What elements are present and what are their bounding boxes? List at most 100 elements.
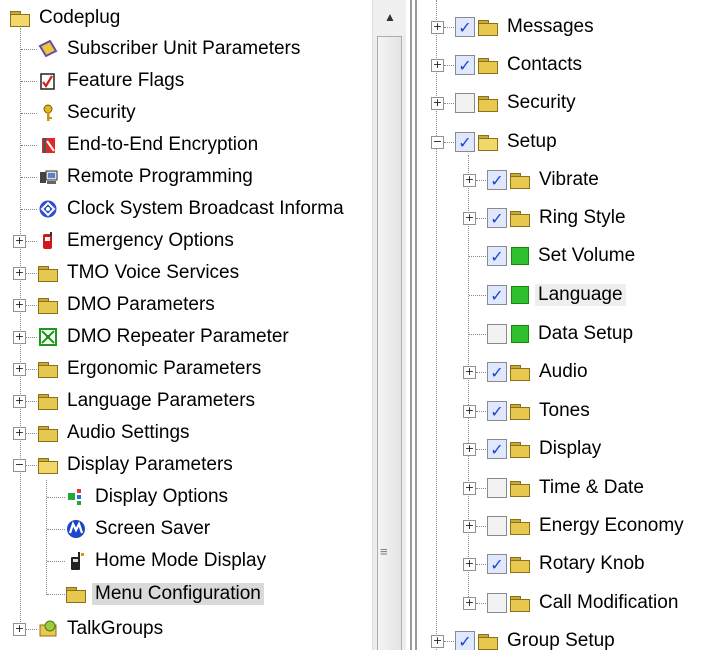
menu-item-label: Time & Date (539, 477, 644, 498)
menu-item-ring-style[interactable]: ✓ Ring Style (487, 203, 629, 233)
checkbox-checked[interactable]: ✓ (487, 439, 507, 459)
expand-button[interactable]: + (13, 299, 26, 312)
tree-item-remote-programming[interactable]: Remote Programming (38, 162, 256, 192)
expand-button[interactable]: + (431, 97, 444, 110)
folder-icon (510, 556, 530, 573)
tree-item-audio-settings[interactable]: Audio Settings (38, 418, 193, 448)
tree-item-feature-flags[interactable]: Feature Flags (38, 66, 187, 96)
expand-button[interactable]: + (463, 174, 476, 187)
checkbox-unchecked[interactable] (455, 93, 475, 113)
menu-item-language[interactable]: ✓ Language (487, 280, 626, 310)
tree-item-tmo-voice-services[interactable]: TMO Voice Services (38, 258, 242, 288)
vertical-scrollbar[interactable]: ▲ ≡ (372, 0, 407, 650)
tree-item-label: Display Options (95, 486, 229, 507)
subscriber-unit-icon (38, 39, 58, 59)
checkbox-checked[interactable]: ✓ (487, 554, 507, 574)
checkbox-checked[interactable]: ✓ (487, 285, 507, 305)
tree-item-dmo-repeater-parameter[interactable]: DMO Repeater Parameter (38, 322, 292, 352)
scroll-up-arrow-icon[interactable]: ▲ (373, 0, 407, 34)
checkbox-checked[interactable]: ✓ (487, 208, 507, 228)
checkbox-unchecked[interactable] (487, 478, 507, 498)
expand-button[interactable]: + (463, 405, 476, 418)
tree-item-home-mode-display[interactable]: Home Mode Display (66, 546, 269, 576)
codeplug-tree: Codeplug Subscriber Unit Parameters Feat… (0, 0, 372, 650)
checkbox-unchecked[interactable] (487, 324, 507, 344)
expand-button[interactable]: + (463, 443, 476, 456)
checkbox-checked[interactable]: ✓ (487, 170, 507, 190)
menu-item-data-setup[interactable]: Data Setup (487, 319, 636, 349)
tree-item-clock-system-broadcast[interactable]: Clock System Broadcast Informa (38, 194, 347, 224)
menu-item-label: Messages (507, 16, 594, 37)
tree-item-label: End-to-End Encryption (67, 134, 259, 155)
checkbox-checked[interactable]: ✓ (487, 401, 507, 421)
menu-item-set-volume[interactable]: ✓ Set Volume (487, 241, 638, 271)
expand-button[interactable]: + (13, 331, 26, 344)
menu-item-vibrate[interactable]: ✓ Vibrate (487, 165, 602, 195)
tree-item-subscriber-unit-parameters[interactable]: Subscriber Unit Parameters (38, 34, 303, 64)
menu-item-label: Vibrate (539, 169, 599, 190)
collapse-button[interactable]: − (13, 459, 26, 472)
leaf-item-icon (511, 247, 529, 265)
checkbox-unchecked[interactable] (487, 516, 507, 536)
tree-item-menu-configuration[interactable]: Menu Configuration (66, 579, 264, 609)
menu-item-label: Audio (539, 361, 588, 382)
tree-item-dmo-parameters[interactable]: DMO Parameters (38, 290, 218, 320)
menu-item-tones[interactable]: ✓ Tones (487, 396, 593, 426)
menu-item-setup[interactable]: ✓ Setup (455, 127, 560, 157)
menu-item-energy-economy[interactable]: Energy Economy (487, 511, 687, 541)
folder-icon (510, 210, 530, 227)
tree-item-talkgroups[interactable]: TalkGroups (38, 614, 166, 644)
expand-button[interactable]: + (13, 235, 26, 248)
menu-item-call-modification[interactable]: Call Modification (487, 588, 681, 618)
checkbox-unchecked[interactable] (487, 593, 507, 613)
expand-button[interactable]: + (463, 520, 476, 533)
menu-item-security[interactable]: Security (455, 88, 579, 118)
checkbox-checked[interactable]: ✓ (455, 631, 475, 650)
folder-icon (478, 633, 498, 650)
expand-button[interactable]: + (463, 212, 476, 225)
menu-item-audio[interactable]: ✓ Audio (487, 357, 591, 387)
folder-icon (478, 95, 498, 112)
menu-item-label: Call Modification (539, 592, 679, 613)
menu-item-time-date[interactable]: Time & Date (487, 473, 647, 503)
menu-item-rotary-knob[interactable]: ✓ Rotary Knob (487, 549, 648, 579)
tree-item-label: Language Parameters (67, 390, 256, 411)
expand-button[interactable]: + (431, 635, 444, 648)
tree-item-emergency-options[interactable]: Emergency Options (38, 226, 237, 256)
menu-item-display[interactable]: ✓ Display (487, 434, 604, 464)
checkbox-checked[interactable]: ✓ (455, 17, 475, 37)
expand-button[interactable]: + (431, 59, 444, 72)
menu-item-contacts[interactable]: ✓ Contacts (455, 50, 585, 80)
folder-icon (510, 364, 530, 381)
expand-button[interactable]: + (463, 366, 476, 379)
tree-item-language-parameters[interactable]: Language Parameters (38, 386, 258, 416)
tree-item-codeplug[interactable]: Codeplug (10, 3, 123, 33)
collapse-button[interactable]: − (431, 136, 444, 149)
remote-programming-icon (38, 167, 58, 187)
checkbox-checked[interactable]: ✓ (455, 132, 475, 152)
expand-button[interactable]: + (13, 395, 26, 408)
expand-button[interactable]: + (13, 623, 26, 636)
checkbox-checked[interactable]: ✓ (455, 55, 475, 75)
checkbox-checked[interactable]: ✓ (487, 362, 507, 382)
expand-button[interactable]: + (13, 267, 26, 280)
pane-splitter[interactable] (406, 0, 422, 650)
expand-button[interactable]: + (463, 597, 476, 610)
tree-item-display-parameters[interactable]: Display Parameters (38, 450, 236, 480)
expand-button[interactable]: + (463, 558, 476, 571)
expand-button[interactable]: + (13, 427, 26, 440)
folder-open-icon (478, 134, 498, 151)
menu-item-group-setup[interactable]: ✓ Group Setup (455, 626, 618, 650)
expand-button[interactable]: + (13, 363, 26, 376)
tree-item-display-options[interactable]: Display Options (66, 482, 231, 512)
tree-item-end-to-end-encryption[interactable]: End-to-End Encryption (38, 130, 261, 160)
checkbox-checked[interactable]: ✓ (487, 246, 507, 266)
menu-configuration-tree: + ✓ Messages + ✓ Contacts + Security − ✓… (422, 0, 713, 650)
tree-item-screen-saver[interactable]: Screen Saver (66, 514, 213, 544)
tree-item-ergonomic-parameters[interactable]: Ergonomic Parameters (38, 354, 264, 384)
expand-button[interactable]: + (431, 21, 444, 34)
menu-item-messages[interactable]: ✓ Messages (455, 12, 597, 42)
expand-button[interactable]: + (463, 482, 476, 495)
encryption-icon (38, 135, 58, 155)
tree-item-security[interactable]: Security (38, 98, 139, 128)
